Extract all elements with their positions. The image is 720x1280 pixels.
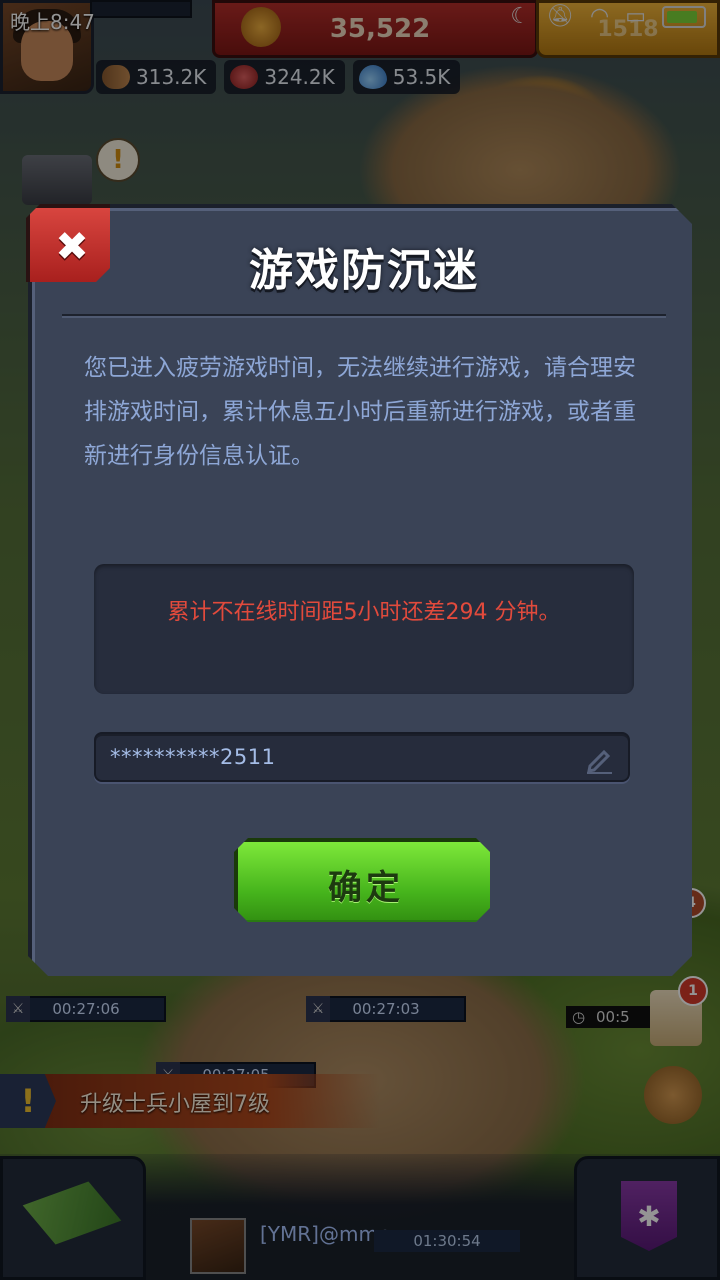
- confirm-label: 确定: [328, 867, 404, 908]
- dialog-header: 游戏防沉迷: [32, 208, 692, 312]
- countdown-text: 累计不在线时间距5小时还差294 分钟。: [167, 600, 561, 625]
- close-icon: ✖: [55, 224, 89, 270]
- confirm-button[interactable]: 确定: [234, 838, 490, 922]
- dialog-divider: [62, 314, 666, 316]
- anti-addiction-dialog: 游戏防沉迷 您已进入疲劳游戏时间，无法继续进行游戏，请合理安排游戏时间，累计休息…: [28, 204, 692, 976]
- id-input-field[interactable]: **********2511: [94, 732, 630, 782]
- dialog-title: 游戏防沉迷: [249, 245, 479, 296]
- id-value: **********2511: [110, 745, 276, 769]
- countdown-panel: 累计不在线时间距5小时还差294 分钟。: [94, 564, 634, 694]
- game-screen: 晚上8:47 35,522 1518 ☾ 🔕︎ ◠ ▭ 313.2K 324.2…: [0, 0, 720, 1280]
- pencil-icon[interactable]: [584, 744, 614, 774]
- dialog-message: 您已进入疲劳游戏时间，无法继续进行游戏，请合理安排游戏时间，累计休息五小时后重新…: [84, 355, 636, 469]
